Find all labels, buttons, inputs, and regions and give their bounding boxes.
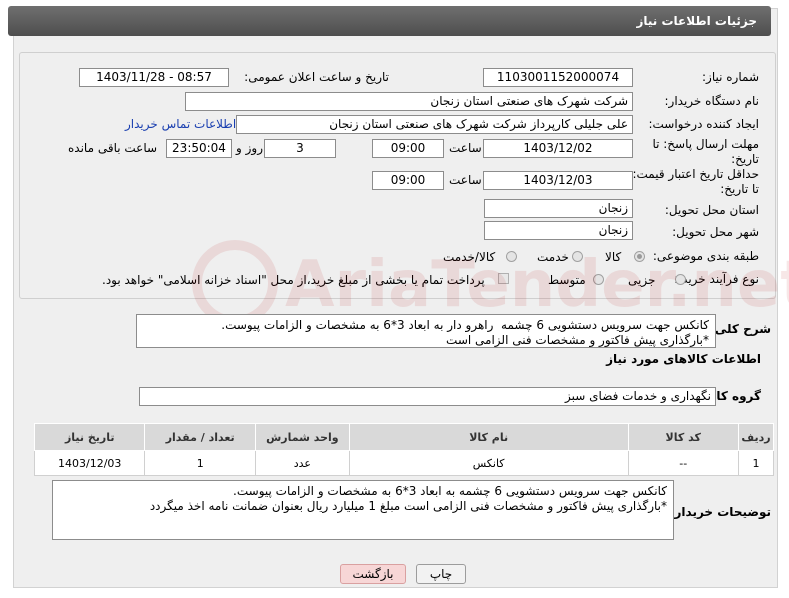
process-label: نوع فرآیند خرید : — [674, 272, 759, 286]
cell-name: کانکس — [348, 450, 629, 476]
category-label: طبقه بندی موضوعی: — [652, 249, 759, 263]
col-code: کد کالا — [627, 423, 739, 451]
col-unit: واحد شمارش — [254, 423, 350, 451]
deadline-time-field: 09:00 — [372, 139, 444, 158]
goods-group-field: نگهداری و خدمات فضای سبز — [139, 387, 716, 406]
page-title: جزئیات اطلاعات نیاز — [8, 6, 771, 36]
buyer-org-field: شرکت شهرک های صنعتی استان زنجان — [185, 92, 633, 111]
cell-code: -- — [627, 450, 739, 476]
process-minor-text: جزیی — [628, 273, 656, 287]
requester-field: علی جلیلی کارپرداز شرکت شهرک های صنعتی ا… — [236, 115, 633, 134]
days-label: روز و — [236, 141, 263, 155]
goods-table: ردیف کد کالا نام کالا واحد شمارش تعداد /… — [33, 423, 775, 476]
remaining-time-field: 23:50:04 — [166, 139, 232, 158]
deadline-label: مهلت ارسال پاسخ: تا تاریخ: — [652, 137, 759, 166]
category-goods-radio[interactable] — [634, 251, 645, 262]
description-text[interactable]: کانکس جهت سرویس دستشویی 6 چشمه راهرو دار… — [136, 314, 716, 348]
buyer-notes-label: توضیحات خریدار: — [669, 505, 771, 519]
col-row: ردیف — [737, 423, 775, 451]
validity-time-field: 09:00 — [372, 171, 444, 190]
col-date: تاریخ نیاز — [33, 423, 146, 451]
category-goods-text: کالا — [605, 250, 622, 264]
process-medium-text: متوسط — [548, 273, 586, 287]
treasury-checkbox[interactable] — [498, 273, 509, 284]
city-field: زنجان — [484, 221, 633, 240]
city-label: شهر محل تحویل: — [672, 225, 759, 239]
requester-label: ایجاد کننده درخواست: — [648, 117, 759, 131]
print-button[interactable]: چاپ — [416, 564, 466, 584]
category-service-radio[interactable] — [572, 251, 583, 262]
table-row: 1 -- کانکس عدد 1 1403/12/03 — [33, 450, 775, 476]
cell-row: 1 — [737, 450, 775, 476]
buyer-notes-text[interactable]: کانکس جهت سرویس دستشویی 6 چشمه به ابعاد … — [52, 480, 674, 540]
category-service-text: خدمت — [537, 250, 569, 264]
col-name: نام کالا — [348, 423, 629, 451]
buyer-org-label: نام دستگاه خریدار: — [664, 94, 760, 108]
process-medium-radio[interactable] — [593, 274, 604, 285]
need-number-field: 1103001152000074 — [483, 68, 633, 87]
announce-field: 1403/11/28 - 08:57 — [79, 68, 229, 87]
province-label: استان محل تحویل: — [664, 203, 759, 217]
category-both-text: کالا/خدمت — [443, 250, 496, 264]
days-field: 3 — [264, 139, 336, 158]
announce-label: تاریخ و ساعت اعلان عمومی: — [244, 70, 389, 84]
cell-unit: عدد — [254, 450, 350, 476]
validity-label: حداقل تاریخ اعتبار قیمت: تا تاریخ: — [632, 167, 759, 196]
validity-time-label: ساعت — [449, 173, 482, 187]
contact-info-link[interactable]: اطلاعات تماس خریدار — [125, 117, 236, 131]
goods-section-title: اطلاعات کالاهای مورد نیاز — [606, 352, 761, 366]
back-button[interactable]: بازگشت — [340, 564, 406, 584]
deadline-time-label: ساعت — [449, 141, 482, 155]
process-minor-radio[interactable] — [675, 274, 686, 285]
col-quantity: تعداد / مقدار — [144, 423, 256, 451]
validity-date-field: 1403/12/03 — [483, 171, 633, 190]
cell-date: 1403/12/03 — [33, 450, 146, 476]
remaining-label: ساعت باقی مانده — [68, 141, 158, 155]
deadline-date-field: 1403/12/02 — [483, 139, 633, 158]
category-both-radio[interactable] — [506, 251, 517, 262]
goods-table-header: ردیف کد کالا نام کالا واحد شمارش تعداد /… — [33, 423, 775, 451]
need-number-label: شماره نیاز: — [702, 70, 759, 84]
treasury-note: پرداخت تمام یا بخشی از مبلغ خرید،از محل … — [102, 273, 485, 287]
cell-quantity: 1 — [144, 450, 256, 476]
province-field: زنجان — [484, 199, 633, 218]
